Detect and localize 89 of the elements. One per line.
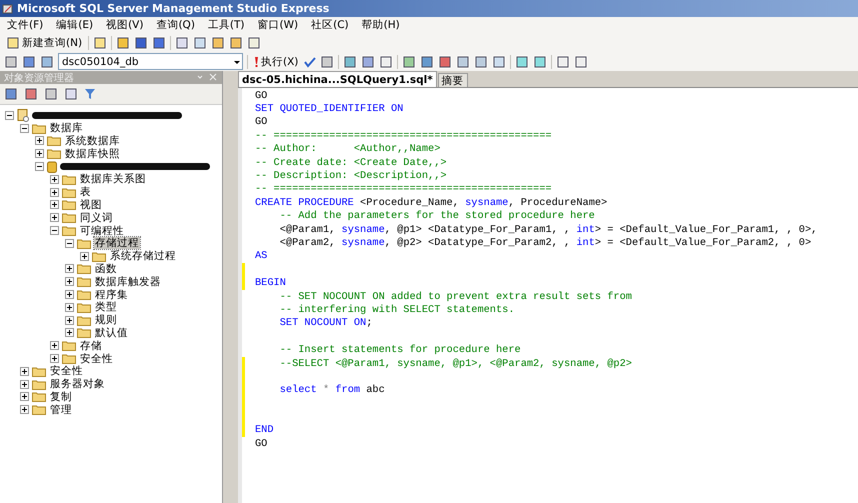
app-icon — [2, 2, 14, 14]
expand-icon[interactable] — [80, 252, 89, 261]
expand-icon[interactable] — [50, 213, 59, 222]
tree-item[interactable]: 规则 — [94, 314, 118, 326]
tree-item[interactable]: 可编程性 — [79, 224, 125, 237]
collapse-icon[interactable] — [65, 238, 74, 248]
tree-item[interactable]: 程序集 — [94, 288, 129, 301]
menu-item[interactable]: 编辑(E) — [56, 18, 94, 32]
expand-icon[interactable] — [35, 149, 44, 158]
code-line: -- Description: <Description,,> — [255, 170, 447, 182]
document-tab[interactable]: dsc-05.hichina...SQLQuery1.sql* — [238, 71, 437, 87]
code-line: -- Author: <Author,,Name> — [255, 143, 440, 156]
collapse-icon[interactable] — [5, 110, 14, 120]
tree-item[interactable]: 类型 — [94, 301, 118, 314]
document-tab[interactable]: 摘要 — [438, 73, 468, 87]
collapse-icon[interactable] — [50, 226, 59, 236]
database-icon — [47, 160, 57, 173]
code-line: CREATE PROCEDURE <Procedure_Name, sysname, ProcedureName> — [255, 196, 608, 209]
expand-icon[interactable] — [65, 277, 74, 286]
menu-item[interactable]: 查询(Q) — [156, 18, 195, 32]
menu-item[interactable]: 窗口(W) — [258, 18, 298, 32]
code-line: BEGIN — [255, 277, 286, 290]
code-line: -- ============================================= — [255, 130, 552, 142]
expand-icon[interactable] — [50, 354, 59, 364]
filter-icon[interactable] — [84, 88, 96, 100]
code-line: <@Param2, sysname, @p2> <Datatype_For_Param2, , int> = <Default_Value_For_Param2, , 0> — [278, 236, 812, 249]
tree-item[interactable]: 复制 — [49, 390, 73, 403]
code-line: GO — [255, 438, 268, 450]
expand-icon[interactable] — [20, 392, 29, 402]
tree-item[interactable]: 数据库触发器 — [94, 276, 162, 288]
tree-item[interactable]: 安全性 — [49, 365, 84, 378]
code-line: -- Add the parameters for the stored procedure here — [278, 210, 595, 222]
tree-item[interactable]: 系统数据库 — [64, 134, 121, 147]
expand-icon[interactable] — [20, 405, 29, 414]
window-title: Microsoft SQL Server Management Studio Express — [17, 2, 330, 15]
code-line: SET NOCOUNT ON; — [278, 317, 372, 330]
tree-item[interactable]: 默认值 — [94, 326, 129, 339]
tree-item[interactable]: 数据库 — [49, 122, 84, 134]
exclamation-icon — [254, 56, 259, 68]
tree-item[interactable]: 系统存储过程 — [109, 250, 177, 262]
collapse-icon[interactable] — [20, 124, 29, 133]
code-line: -- ============================================= — [255, 183, 552, 196]
code-line: -- SET NOCOUNT ON added to prevent extra result sets from — [278, 290, 632, 303]
database-dropdown[interactable]: dsc050104_db — [58, 53, 243, 70]
new-query-button[interactable]: 新建查询(N) — [4, 36, 84, 50]
expand-icon[interactable] — [65, 302, 74, 312]
tree-item[interactable]: 数据库关系图 — [79, 173, 147, 186]
menu-item[interactable]: 社区(C) — [311, 18, 349, 32]
code-line: -- Insert statements for procedure here — [278, 344, 521, 356]
expand-icon[interactable] — [35, 136, 44, 146]
checkmark-icon[interactable] — [304, 56, 316, 68]
expand-icon[interactable] — [65, 316, 74, 325]
menu-item[interactable]: 文件(F) — [7, 18, 44, 32]
server-icon — [17, 108, 29, 122]
panel-title: 对象资源管理器 — [4, 72, 74, 84]
code-line: GO — [255, 90, 268, 102]
collapse-icon[interactable] — [35, 162, 44, 172]
tree-item[interactable]: 存储过程 — [94, 237, 140, 250]
expand-icon[interactable] — [65, 290, 74, 300]
code-line: select * from abc — [278, 384, 385, 396]
tree-item[interactable]: 同义词 — [79, 212, 114, 224]
tree-item[interactable]: 视图 — [79, 198, 103, 211]
expand-icon[interactable] — [50, 188, 59, 197]
code-line: END — [255, 424, 274, 436]
code-line: --SELECT <@Param1, sysname, @p1>, <@Param2, sysname, @p2> — [278, 358, 632, 370]
menu-item[interactable]: 工具(T) — [208, 18, 245, 32]
code-line: SET QUOTED_IDENTIFIER ON — [255, 103, 404, 116]
execute-button[interactable]: 执行(X) — [252, 54, 300, 68]
expand-icon[interactable] — [50, 200, 59, 210]
code-line: -- interfering with SELECT statements. — [278, 304, 515, 316]
code-line: -- Create date: <Create Date,,> — [255, 156, 447, 169]
code-line: GO — [255, 116, 268, 128]
menu-item[interactable]: 视图(V) — [106, 18, 144, 32]
menu-item[interactable]: 帮助(H) — [362, 18, 400, 32]
code-line: <@Param1, sysname, @p1> <Datatype_For_Param1, , int> = <Default_Value_For_Param1, , 0>, — [278, 224, 818, 236]
expand-icon[interactable] — [20, 366, 29, 376]
tree-item[interactable]: 安全性 — [79, 352, 114, 365]
tree-item[interactable]: 函数 — [94, 262, 118, 275]
expand-icon[interactable] — [20, 380, 29, 389]
tree-item[interactable]: 数据库快照 — [64, 148, 121, 160]
tree-item[interactable]: 表 — [79, 186, 92, 198]
tree-item[interactable]: 管理 — [49, 404, 73, 416]
expand-icon[interactable] — [65, 264, 74, 274]
tree-item[interactable]: 存储 — [79, 340, 103, 352]
tree-item[interactable]: 服务器对象 — [49, 378, 106, 390]
expand-icon[interactable] — [50, 174, 59, 184]
expand-icon[interactable] — [50, 341, 59, 350]
code-line: AS — [255, 250, 268, 262]
expand-icon[interactable] — [65, 328, 74, 338]
